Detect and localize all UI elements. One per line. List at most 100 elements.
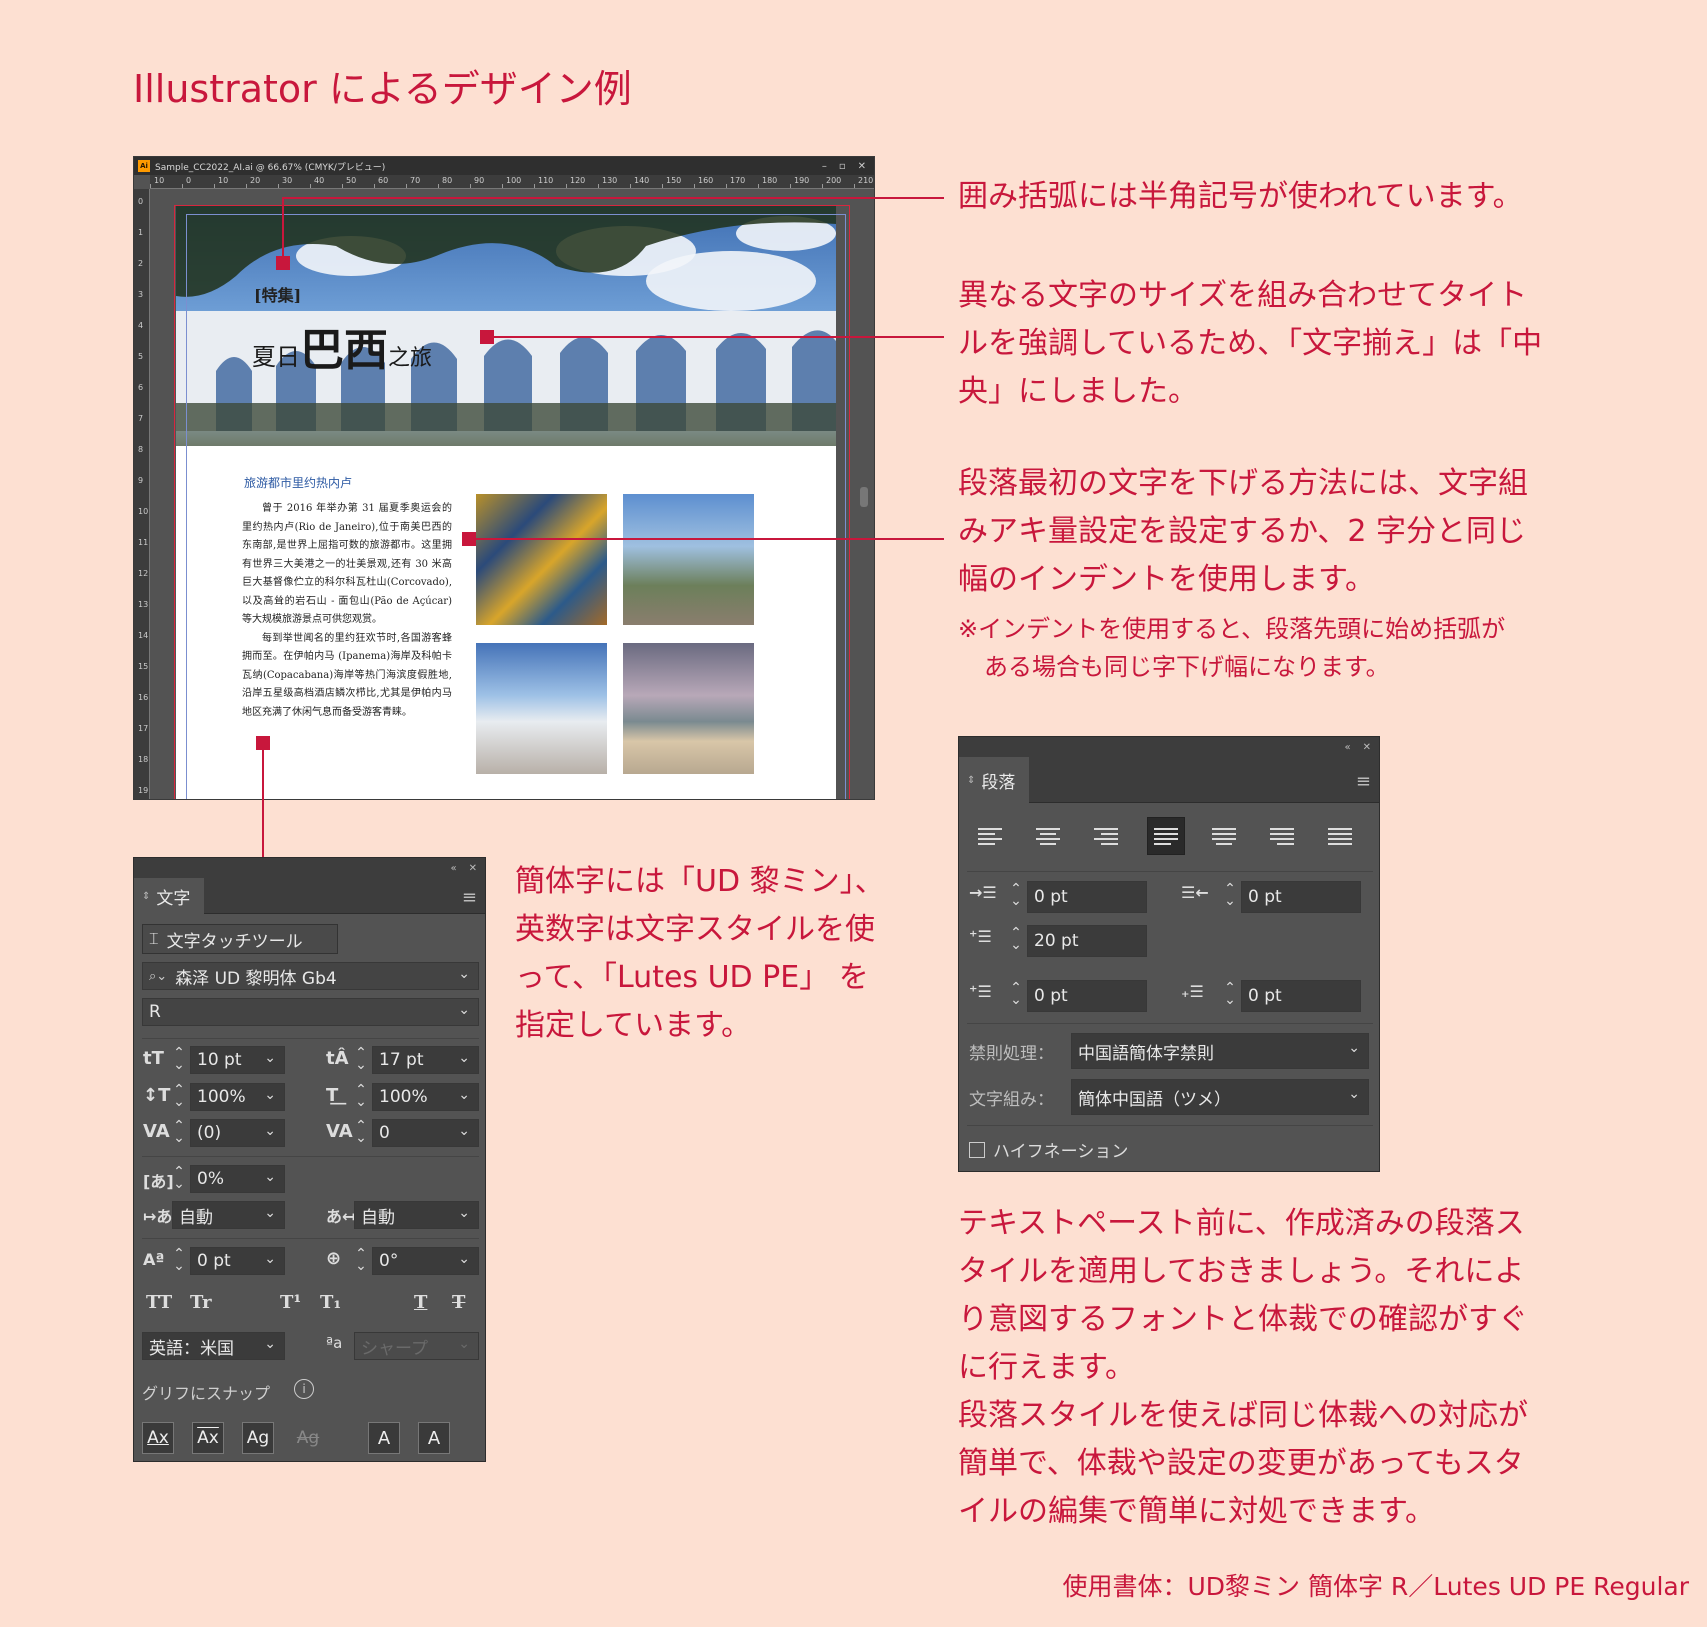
antialias-select: シャープ ⌄ bbox=[354, 1332, 479, 1360]
chevron-down-icon: ⌄ bbox=[264, 1123, 276, 1139]
stepper-icon[interactable]: ⌃ ⌄ bbox=[1009, 926, 1023, 952]
ruler-tick-label: 10 bbox=[218, 176, 229, 185]
leader-line-indent bbox=[468, 538, 944, 540]
close-icon[interactable]: ✕ bbox=[858, 161, 866, 172]
right-indent-field[interactable]: 0 pt bbox=[1241, 881, 1361, 913]
antialias-icon: ªa bbox=[326, 1334, 343, 1352]
superscript-button[interactable]: T¹ bbox=[280, 1292, 301, 1313]
collapse-icon[interactable]: « bbox=[1344, 742, 1350, 753]
marker-indent bbox=[462, 532, 476, 546]
chevron-down-icon: ⌄ bbox=[458, 1087, 470, 1103]
touch-type-tool-button[interactable]: ⌶ 文字タッチツール bbox=[142, 924, 338, 954]
marker-alignment bbox=[480, 330, 494, 344]
first-line-indent-field[interactable]: 20 pt bbox=[1027, 925, 1147, 957]
snap-anchor-icon[interactable]: A bbox=[418, 1422, 450, 1454]
vertical-scale-field[interactable]: 100% ⌄ bbox=[190, 1083, 285, 1111]
align-center-button[interactable] bbox=[1029, 817, 1067, 855]
stepper-icon[interactable]: ⌃ ⌄ bbox=[354, 1247, 368, 1273]
close-icon[interactable]: ✕ bbox=[469, 863, 477, 874]
field-value: 20 pt bbox=[1034, 931, 1079, 951]
tracking-field[interactable]: 0 ⌄ bbox=[372, 1119, 479, 1147]
stepper-icon[interactable]: ⌃ ⌄ bbox=[172, 1165, 186, 1191]
stepper-icon[interactable]: ⌃ ⌄ bbox=[1009, 981, 1023, 1007]
sort-arrows-icon: ⇕ bbox=[967, 775, 976, 786]
stepper-icon[interactable]: ⌃ ⌄ bbox=[1223, 981, 1237, 1007]
stepper-icon[interactable]: ⌃ ⌄ bbox=[354, 1119, 368, 1145]
character-rotation-field[interactable]: 0° ⌄ bbox=[372, 1247, 479, 1275]
all-caps-button[interactable]: TT bbox=[146, 1292, 172, 1313]
left-indent-field[interactable]: 0 pt bbox=[1027, 881, 1147, 913]
kinsoku-select[interactable]: 中国語簡体字禁則 ⌄ bbox=[1071, 1033, 1369, 1069]
select-value: 英語：米国 bbox=[149, 1338, 234, 1359]
leading-field[interactable]: 17 pt ⌄ bbox=[372, 1046, 479, 1074]
stepper-icon[interactable]: ⌃ ⌄ bbox=[1009, 882, 1023, 908]
stepper-icon[interactable]: ⌃ ⌄ bbox=[1223, 882, 1237, 908]
stepper-icon[interactable]: ⌃ ⌄ bbox=[172, 1083, 186, 1109]
panel-menu-icon[interactable]: ≡ bbox=[462, 887, 477, 908]
strikethrough-button[interactable]: T bbox=[452, 1292, 465, 1313]
ruler-tick-label: 110 bbox=[538, 176, 554, 185]
tab-paragraph[interactable]: ⇕ 段落 bbox=[959, 757, 1030, 804]
font-size-field[interactable]: 10 pt ⌄ bbox=[190, 1046, 285, 1074]
photo-christ-redeemer bbox=[623, 494, 754, 625]
tsume-field[interactable]: 0% ⌄ bbox=[190, 1165, 285, 1193]
snap-angular-icon[interactable]: A bbox=[368, 1422, 400, 1454]
justify-center-button[interactable] bbox=[1205, 817, 1243, 855]
right-indent-icon: ☰← bbox=[1181, 883, 1209, 902]
stepper-icon[interactable]: ⌃ ⌄ bbox=[172, 1247, 186, 1273]
snap-xheight-icon[interactable]: Ax bbox=[192, 1422, 224, 1454]
ruler-tick-label: 140 bbox=[634, 176, 650, 185]
hyphenation-row[interactable]: ハイフネーション bbox=[969, 1137, 1128, 1162]
kerning-field[interactable]: (0) ⌄ bbox=[190, 1119, 285, 1147]
subscript-button[interactable]: T₁ bbox=[320, 1292, 341, 1313]
justify-left-button[interactable] bbox=[1147, 817, 1185, 855]
stepper-icon[interactable]: ⌃ ⌄ bbox=[172, 1119, 186, 1145]
chevron-down-icon: ⌄ bbox=[264, 1169, 276, 1185]
align-left-button[interactable] bbox=[971, 817, 1009, 855]
panel-menu-icon[interactable]: ≡ bbox=[1356, 771, 1371, 792]
field-value: 0 pt bbox=[1034, 986, 1068, 1006]
close-icon[interactable]: ✕ bbox=[1363, 742, 1371, 753]
font-size-icon: tT bbox=[143, 1048, 164, 1069]
space-before-field[interactable]: 0 pt bbox=[1027, 980, 1147, 1012]
aki-before-select[interactable]: 自動 ⌄ bbox=[172, 1201, 285, 1229]
tab-character[interactable]: ⇕ 文字 bbox=[134, 878, 205, 915]
paragraph-panel: « ✕ ⇕ 段落 ≡ →☰ ⌃ ⌄ 0 pt ☰← ⌃ ⌄ 0 pt ⁺☰ ⌃ ⌄ 2… bbox=[958, 736, 1380, 1172]
photo-selaron-steps bbox=[476, 494, 607, 625]
baseline-shift-field[interactable]: 0 pt ⌄ bbox=[190, 1247, 285, 1275]
space-after-field[interactable]: 0 pt bbox=[1241, 980, 1361, 1012]
minimize-icon[interactable]: – bbox=[822, 161, 827, 172]
stepper-icon[interactable]: ⌃ ⌄ bbox=[172, 1046, 186, 1072]
underline-button[interactable]: T bbox=[414, 1292, 427, 1313]
stepper-icon[interactable]: ⌃ ⌄ bbox=[354, 1083, 368, 1109]
collapse-icon[interactable]: « bbox=[450, 863, 456, 874]
font-family-select[interactable]: ⌕⌄ 森泽 UD 黎明体 Gb4 ⌄ bbox=[142, 962, 479, 990]
info-icon[interactable]: i bbox=[294, 1379, 314, 1399]
touch-type-icon: ⌶ bbox=[149, 929, 159, 948]
justify-all-button[interactable] bbox=[1321, 817, 1359, 855]
align-right-button[interactable] bbox=[1087, 817, 1125, 855]
ruler-tick-label: 13 bbox=[138, 600, 149, 609]
artboard[interactable]: [特集] 夏日巴西之旅 旅游都市里约热内卢 曾于 2016 年举办第 31 届夏… bbox=[176, 206, 836, 799]
vertical-ruler[interactable]: 0 1 2 3 4 5 6 7 8 9 10 11 12 13 14 15 16 17 18 19 bbox=[134, 189, 150, 799]
font-style-select[interactable]: R ⌄ bbox=[142, 998, 479, 1026]
annotation-line: イルの編集で簡単に対処できます。 bbox=[958, 1494, 1435, 1529]
space-after-icon: ₊☰ bbox=[1181, 982, 1204, 1001]
aki-after-select[interactable]: 自動 ⌄ bbox=[354, 1201, 479, 1229]
hyphenation-checkbox[interactable] bbox=[969, 1141, 985, 1158]
justify-right-button[interactable] bbox=[1263, 817, 1301, 855]
vertical-scrollbar[interactable] bbox=[860, 487, 868, 507]
stepper-icon[interactable]: ⌃ ⌄ bbox=[354, 1046, 368, 1072]
maximize-icon[interactable]: ▫ bbox=[839, 161, 846, 172]
annotation-styles: テキストペースト前に、作成済みの段落ス タイルを適用しておきましょう。それによ … bbox=[958, 1200, 1528, 1536]
horizontal-scale-field[interactable]: 100% ⌄ bbox=[372, 1083, 479, 1111]
mojikumi-select[interactable]: 簡体中国語（ツメ） ⌄ bbox=[1071, 1079, 1369, 1115]
annotation-line: 幅のインデントを使用します。 bbox=[958, 562, 1375, 597]
horizontal-ruler[interactable]: 10 0 10 20 30 40 50 60 70 80 90 100 110 120 130 140 150 1… bbox=[150, 175, 874, 189]
language-select[interactable]: 英語：米国 ⌄ bbox=[142, 1332, 285, 1360]
small-caps-button[interactable]: Tr bbox=[190, 1292, 212, 1313]
left-indent-icon: →☰ bbox=[969, 883, 997, 902]
snap-glyph-bounds-icon[interactable]: Ag bbox=[242, 1422, 274, 1454]
snap-baseline-icon[interactable]: Ax bbox=[142, 1422, 174, 1454]
window-titlebar: Ai Sample_CC2022_AI.ai @ 66.67% (CMYK/プレ… bbox=[134, 157, 874, 175]
